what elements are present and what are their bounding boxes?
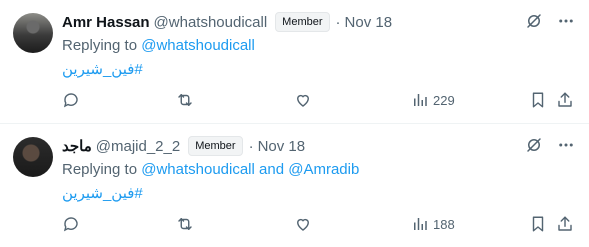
views-count: 229 [433, 92, 455, 108]
mention-joiner: and [254, 161, 289, 178]
share-icon [556, 91, 574, 109]
tweet[interactable]: Amr Hassan @whatshoudicall Member · Nov … [0, 0, 589, 123]
more-icon[interactable] [557, 136, 575, 154]
replying-to: Replying to @whatshoudicall [62, 37, 255, 54]
display-name[interactable]: ماجد [62, 137, 92, 155]
views-button[interactable]: 188 [411, 213, 455, 235]
tweet-header: ماجد @majid_2_2 Member · Nov 18 [62, 136, 305, 156]
grok-icon[interactable] [525, 12, 543, 30]
retweet-button[interactable] [176, 89, 194, 111]
mention-link[interactable]: @Amradib [288, 161, 359, 178]
bookmark-button[interactable] [529, 89, 547, 111]
views-button[interactable]: 229 [411, 89, 455, 111]
mention-link[interactable]: @whatshoudicall [141, 161, 255, 178]
timestamp[interactable]: Nov 18 [345, 14, 393, 31]
member-badge: Member [188, 136, 243, 156]
action-bar: 229 [53, 89, 577, 111]
views-count: 188 [433, 216, 455, 232]
action-bar: 188 [53, 213, 577, 235]
replying-prefix: Replying to [62, 37, 142, 54]
display-name[interactable]: Amr Hassan [62, 14, 150, 31]
share-icon [556, 215, 574, 233]
like-button[interactable] [294, 89, 312, 111]
avatar[interactable] [13, 137, 53, 177]
separator-dot: · [248, 137, 254, 155]
views-icon [411, 215, 429, 233]
separator-dot: · [335, 13, 341, 31]
like-icon [294, 215, 312, 233]
reply-button[interactable] [62, 213, 80, 235]
share-button[interactable] [556, 89, 574, 111]
bookmark-icon [529, 91, 547, 109]
avatar[interactable] [13, 13, 53, 53]
retweet-icon [176, 91, 194, 109]
like-icon [294, 91, 312, 109]
replying-prefix: Replying to [62, 161, 142, 178]
hashtag-link[interactable]: #فين_شيرين [62, 60, 143, 78]
tweet-header: Amr Hassan @whatshoudicall Member · Nov … [62, 12, 392, 32]
reply-icon [62, 215, 80, 233]
member-badge: Member [275, 12, 330, 32]
user-handle[interactable]: @whatshoudicall [154, 14, 268, 31]
share-button[interactable] [556, 213, 574, 235]
reply-button[interactable] [62, 89, 80, 111]
user-handle[interactable]: @majid_2_2 [96, 138, 180, 155]
tweet[interactable]: ماجد @majid_2_2 Member · Nov 18 Replying… [0, 123, 589, 247]
bookmark-button[interactable] [529, 213, 547, 235]
views-icon [411, 91, 429, 109]
reply-icon [62, 91, 80, 109]
more-icon[interactable] [557, 12, 575, 30]
hashtag-link[interactable]: #فين_شيرين [62, 184, 143, 202]
retweet-button[interactable] [176, 213, 194, 235]
like-button[interactable] [294, 213, 312, 235]
mention-link[interactable]: @whatshoudicall [141, 37, 255, 54]
replying-to: Replying to @whatshoudicall and @Amradib [62, 161, 359, 178]
retweet-icon [176, 215, 194, 233]
timestamp[interactable]: Nov 18 [258, 138, 306, 155]
bookmark-icon [529, 215, 547, 233]
grok-icon[interactable] [525, 136, 543, 154]
